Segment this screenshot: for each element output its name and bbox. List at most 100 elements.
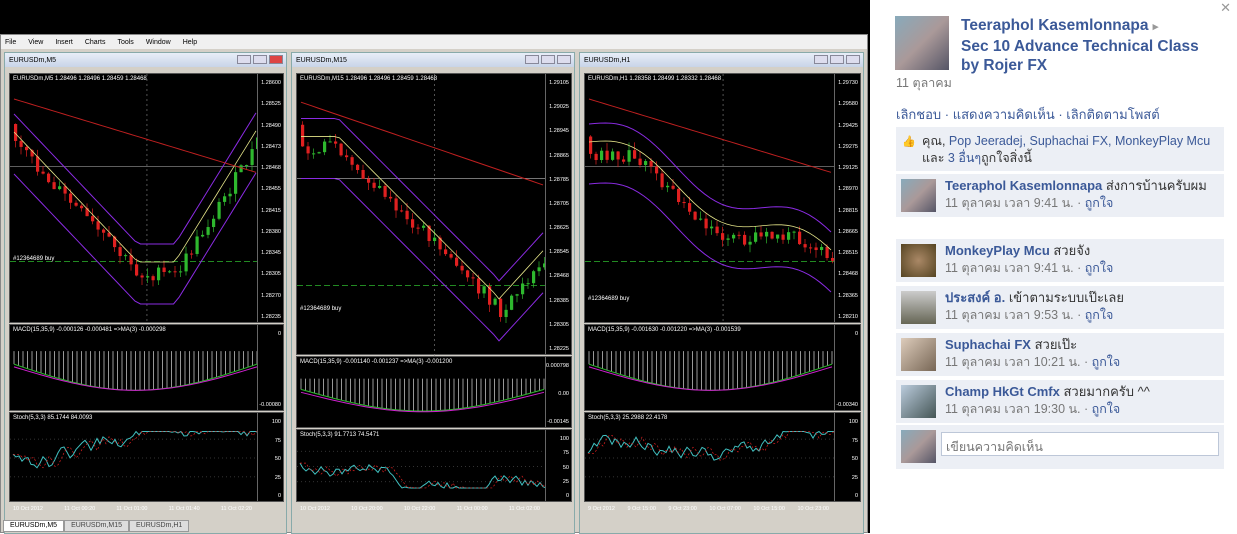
candle (471, 277, 475, 279)
comment-time[interactable]: 11 ตุลาคม เวลา 19:30 น. (945, 402, 1081, 416)
candle (190, 253, 194, 255)
candle (682, 201, 686, 204)
like-link[interactable]: ถูกใจ (1092, 402, 1121, 416)
tab-m15[interactable]: EURUSDm,M15 (64, 520, 130, 532)
minimize-icon[interactable] (237, 55, 251, 64)
restore-icon[interactable] (830, 55, 844, 64)
menu-insert[interactable]: Insert (55, 39, 73, 46)
menu-file[interactable]: File (5, 39, 16, 46)
candle (504, 309, 508, 318)
candle (466, 270, 470, 278)
axis-tick: 0 (854, 331, 858, 337)
candle (378, 185, 382, 188)
comment-time[interactable]: 11 ตุลาคม เวลา 9:41 น. (945, 196, 1074, 210)
menu-help[interactable]: Help (183, 39, 197, 46)
candle (394, 198, 398, 211)
avatar[interactable] (901, 244, 936, 277)
like-link[interactable]: ถูกใจ (1085, 196, 1114, 210)
candle (239, 165, 243, 173)
axis-tick: 1.28490 (261, 122, 281, 129)
axis-tick: 0 (277, 493, 281, 499)
candle (455, 257, 459, 266)
axis-tick: 25 (562, 478, 569, 485)
menu-tools[interactable]: Tools (117, 39, 133, 46)
avatar[interactable] (901, 179, 936, 212)
comment-author[interactable]: ประสงค์ อ. (945, 290, 1005, 305)
x-tick: 9 Oct 15:00 (627, 506, 656, 512)
x-tick: 10 Oct 20:00 (351, 506, 383, 512)
comment-composer: เขียนความคิดเห็น (896, 425, 1224, 469)
x-tick: 9 Oct 2012 (588, 506, 615, 512)
comment-time[interactable]: 11 ตุลาคม เวลา 10:21 น. (945, 355, 1081, 369)
comment-time[interactable]: 11 ตุลาคม เวลา 9:41 น. (945, 261, 1074, 275)
like-link[interactable]: ถูกใจ (1085, 308, 1114, 322)
axis-tick: 1.28600 (261, 80, 281, 86)
comment-author[interactable]: Champ HkGt Cmfx (945, 384, 1060, 399)
candle (140, 275, 144, 278)
comment-author[interactable]: MonkeyPlay Mcu (945, 243, 1050, 258)
moving-average (13, 130, 257, 263)
x-tick: 10 Oct 23:00 (797, 506, 829, 512)
comment-author[interactable]: Suphachai FX (945, 337, 1031, 352)
bollinger-upper (301, 117, 544, 282)
menu-window[interactable]: Window (146, 39, 171, 46)
candle (820, 246, 824, 251)
x-tick: 10 Oct 07:00 (709, 506, 741, 512)
avatar[interactable] (901, 338, 936, 371)
x-tick: 10 Oct 15:00 (753, 506, 785, 512)
candle (47, 173, 51, 183)
like-link[interactable]: ถูกใจ (1085, 261, 1114, 275)
restore-icon[interactable] (253, 55, 267, 64)
stoch-main (299, 462, 547, 489)
candle (400, 210, 404, 212)
axis-tick: 1.28380 (261, 228, 281, 235)
tab-m5[interactable]: EURUSDm,M5 (3, 520, 65, 532)
avatar[interactable] (901, 385, 936, 418)
post-date[interactable]: 11 ตุลาคม (896, 73, 952, 93)
menu-charts[interactable]: Charts (85, 39, 106, 46)
candle (732, 234, 736, 239)
chart-header: EURUSDm,M15 1.28496 1.28496 1.28459 1.28… (300, 76, 438, 82)
restore-icon[interactable] (541, 55, 555, 64)
likes-and: และ (922, 151, 948, 165)
likes-names[interactable]: Pop Jeeradej, Suphachai FX, MonkeyPlay M… (949, 134, 1210, 148)
axis-tick: 1.28468 (261, 165, 281, 172)
candle (91, 216, 95, 222)
close-icon[interactable] (269, 55, 283, 64)
candle (52, 182, 56, 190)
minimize-icon[interactable] (525, 55, 539, 64)
window-title: EURUSDm,M5 (9, 56, 57, 64)
minimize-icon[interactable] (814, 55, 828, 64)
close-icon[interactable] (846, 55, 860, 64)
candle (655, 166, 659, 174)
axis-tick: 1.28210 (838, 314, 858, 320)
candle (157, 267, 161, 281)
macd-pane: MACD(15,35,9) -0.001630 -0.001220 =>MA(3… (584, 324, 861, 411)
author-name[interactable]: Teeraphol Kasemlonnapa (961, 17, 1148, 34)
comment-author[interactable]: Teeraphol Kasemlonnapa (945, 178, 1102, 193)
like-link[interactable]: ถูกใจ (1092, 355, 1121, 369)
likes-others[interactable]: 3 อื่นๆ (948, 151, 981, 165)
comment-time[interactable]: 11 ตุลาคม เวลา 9:53 น. (945, 308, 1074, 322)
x-tick: 10 Oct 2012 (13, 506, 43, 512)
avatar[interactable] (901, 291, 936, 324)
comment-input[interactable]: เขียนความคิดเห็น (941, 432, 1219, 456)
axis-tick: 1.28865 (549, 152, 569, 159)
stoch-pane: Stoch(5,3,3) 85.1744 84.0093 100 75 50 25 0 (9, 412, 284, 502)
axis-tick: 75 (851, 437, 858, 444)
price-pane: EURUSDm,H1 1.28358 1.28499 1.28332 1.284… (584, 73, 861, 324)
candle (781, 234, 785, 240)
tab-h1[interactable]: EURUSDm,H1 (129, 520, 190, 532)
candle (754, 232, 758, 242)
menu-view[interactable]: View (28, 39, 43, 46)
post-actions[interactable]: เลิกชอบ · แสดงความคิดเห็น · เลิกติดตามโพ… (896, 104, 1160, 125)
close-icon[interactable] (557, 55, 571, 64)
close-icon[interactable]: ✕ (1220, 0, 1231, 16)
candle (168, 271, 172, 273)
axis-tick: 50 (274, 456, 281, 462)
avatar[interactable] (895, 16, 949, 70)
candle (41, 171, 45, 174)
bollinger-lower (588, 182, 832, 293)
axis-tick: 1.28305 (261, 271, 281, 278)
axis-tick: 1.28525 (261, 101, 281, 108)
